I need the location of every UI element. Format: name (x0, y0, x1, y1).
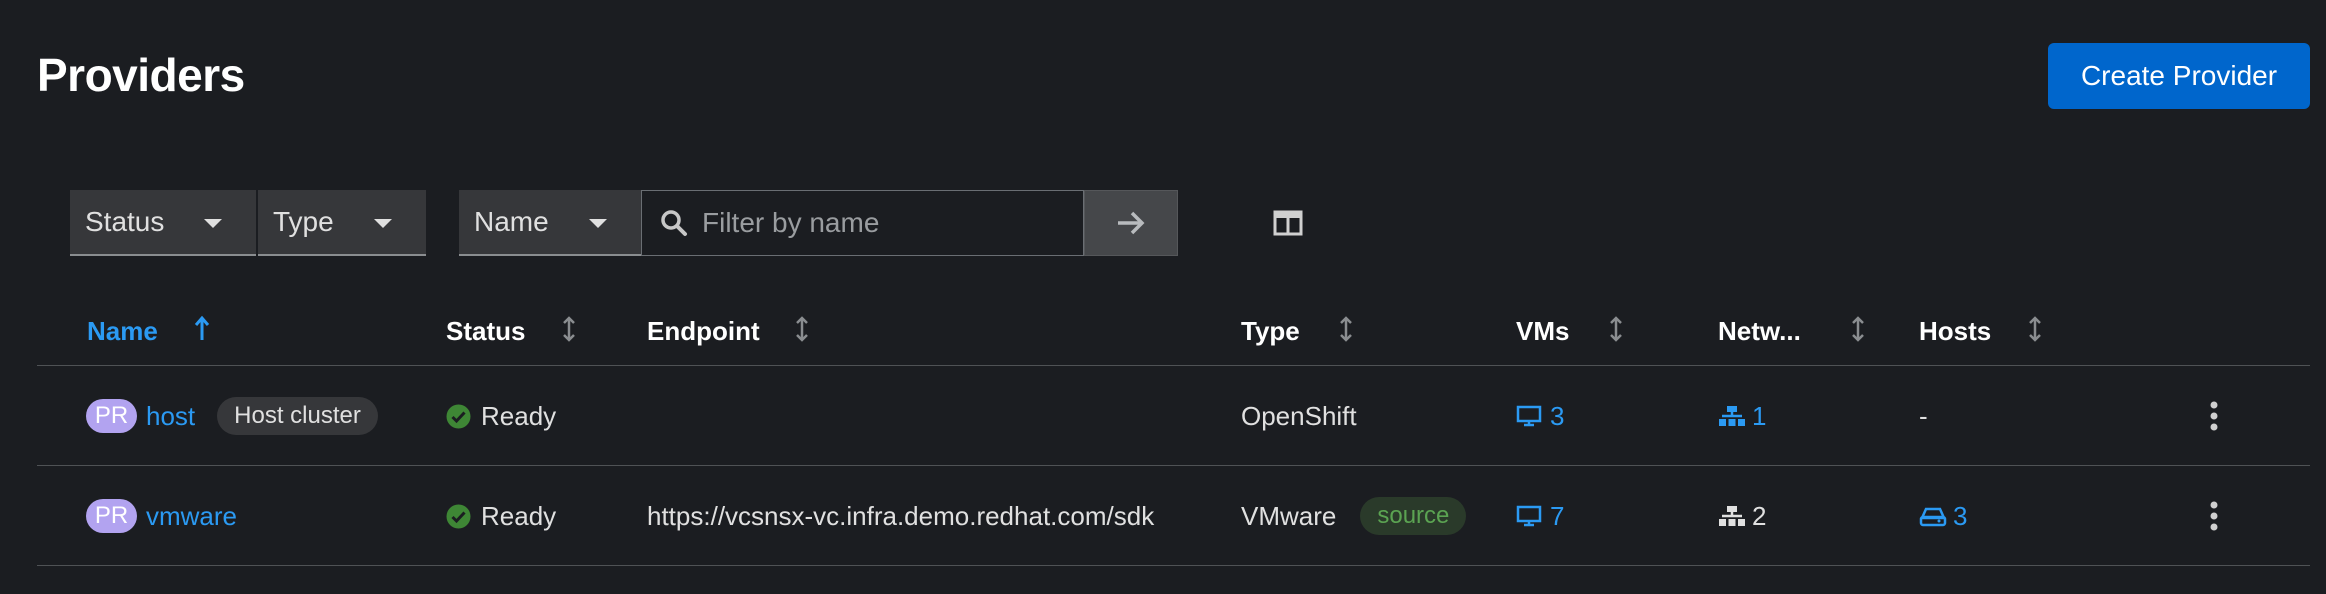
check-circle-icon (446, 404, 471, 429)
sort-icon[interactable] (1609, 314, 1623, 344)
server-icon (1919, 505, 1947, 527)
table-header: Name Status Endpoint Type VMs Netw... Ho… (37, 300, 2310, 366)
page-title: Providers (37, 49, 245, 101)
provider-name-cell: PR host Host cluster (86, 366, 378, 466)
column-header-networks[interactable]: Netw... (1718, 316, 1801, 347)
hosts-text: - (1919, 400, 1928, 431)
status-text: Ready (481, 500, 557, 531)
vm-icon (1516, 504, 1544, 528)
column-header-name[interactable]: Name (87, 316, 158, 347)
type-cell: OpenShift (1241, 366, 1357, 466)
host-cluster-label: Host cluster (217, 397, 378, 435)
column-header-status[interactable]: Status (446, 316, 525, 347)
vm-icon (1516, 404, 1544, 428)
columns-icon (1273, 210, 1303, 236)
sort-ascending-icon[interactable] (194, 314, 210, 344)
caret-down-icon (589, 219, 607, 228)
hosts-cell: - (1919, 366, 1928, 466)
search-submit-button[interactable] (1084, 190, 1178, 256)
resource-badge: PR (86, 399, 137, 433)
vms-link[interactable]: 3 (1516, 366, 1564, 466)
status-cell: Ready (446, 366, 556, 466)
table-row: PR vmware Ready https://vcsnsx-vc.infra.… (37, 466, 2310, 566)
provider-name-link[interactable]: host (146, 401, 195, 432)
type-filter-label: Type (273, 206, 334, 237)
table-row: PR host Host cluster Ready OpenShift 3 1… (37, 366, 2310, 466)
type-text: VMware (1241, 500, 1337, 531)
endpoint-cell: https://vcsnsx-vc.infra.demo.redhat.com/… (647, 466, 1154, 566)
column-header-endpoint[interactable]: Endpoint (647, 316, 760, 347)
source-label: source (1360, 497, 1467, 535)
caret-down-icon (204, 219, 222, 228)
kebab-menu-icon[interactable] (2208, 500, 2220, 532)
column-header-type[interactable]: Type (1241, 316, 1300, 347)
attribute-select-label: Name (474, 206, 549, 237)
check-circle-icon (446, 504, 471, 529)
search-box (641, 190, 1084, 256)
type-cell: VMware source (1241, 466, 1467, 566)
search-icon (660, 209, 688, 242)
network-icon (1718, 404, 1746, 428)
resource-badge: PR (86, 499, 137, 533)
status-filter-dropdown[interactable]: Status (70, 190, 256, 256)
attribute-select-dropdown[interactable]: Name (459, 190, 641, 256)
sort-icon[interactable] (1339, 314, 1353, 344)
vms-link[interactable]: 7 (1516, 466, 1564, 566)
network-icon (1718, 504, 1746, 528)
status-cell: Ready (446, 466, 556, 566)
column-header-hosts[interactable]: Hosts (1919, 316, 1991, 347)
caret-down-icon (374, 219, 392, 228)
type-text: OpenShift (1241, 400, 1357, 431)
search-input[interactable] (702, 199, 1072, 247)
networks-link[interactable]: 1 (1718, 366, 1766, 466)
networks-cell: 2 (1718, 466, 1766, 566)
arrow-right-icon (1118, 211, 1145, 235)
endpoint-text: https://vcsnsx-vc.infra.demo.redhat.com/… (647, 500, 1155, 531)
sort-icon[interactable] (1851, 314, 1865, 344)
column-header-vms[interactable]: VMs (1516, 316, 1569, 347)
hosts-link[interactable]: 3 (1919, 466, 1967, 566)
provider-name-cell: PR vmware (86, 466, 237, 566)
provider-name-link[interactable]: vmware (146, 501, 237, 532)
sort-icon[interactable] (562, 314, 576, 344)
manage-columns-button[interactable] (1248, 190, 1328, 256)
status-filter-label: Status (85, 206, 165, 237)
sort-icon[interactable] (795, 314, 809, 344)
kebab-menu-icon[interactable] (2208, 400, 2220, 432)
type-filter-dropdown[interactable]: Type (258, 190, 426, 256)
create-provider-button[interactable]: Create Provider (2048, 43, 2310, 109)
status-text: Ready (481, 400, 557, 431)
sort-icon[interactable] (2028, 314, 2042, 344)
